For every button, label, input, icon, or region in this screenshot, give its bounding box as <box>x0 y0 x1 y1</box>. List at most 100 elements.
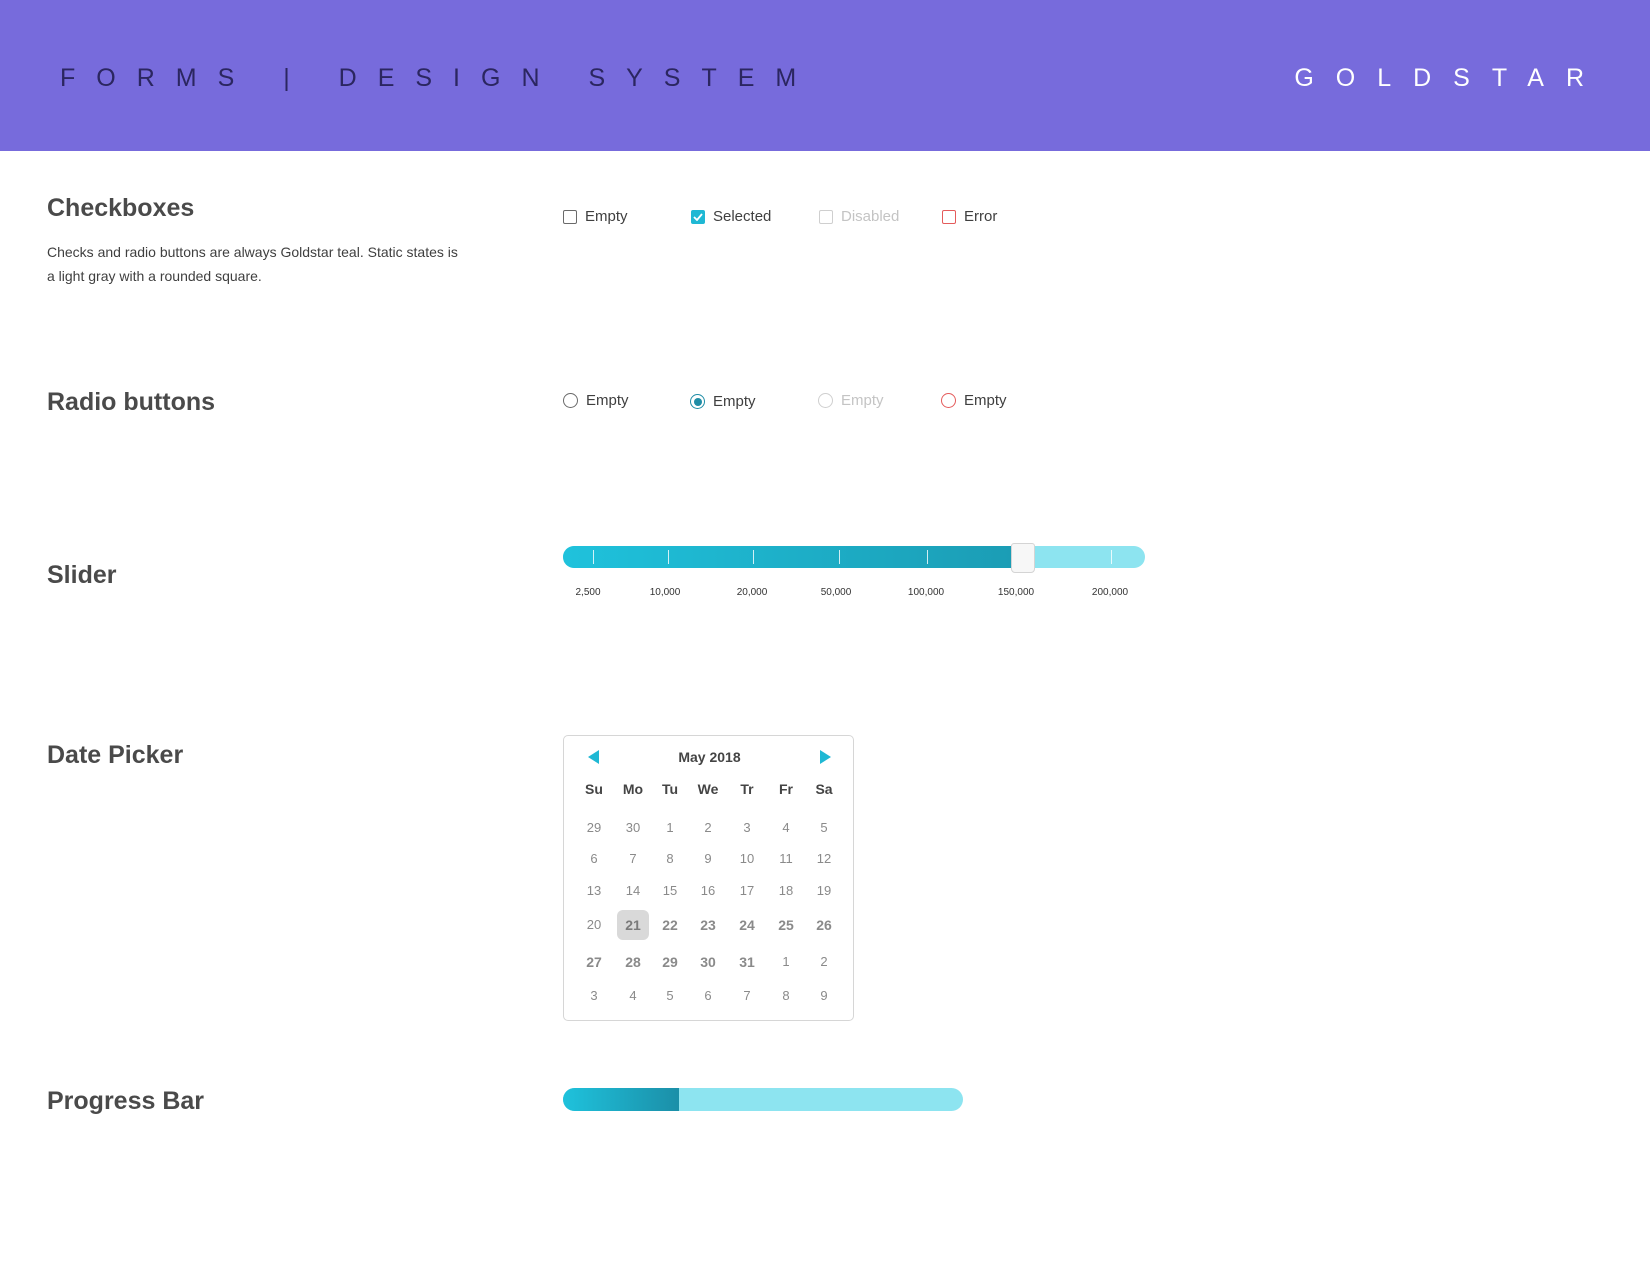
radio-label: Empty <box>841 392 884 409</box>
weekday-label: Su <box>585 781 603 797</box>
slider-tick <box>753 550 754 564</box>
slider-label: 20,000 <box>736 587 768 598</box>
slider-label: 10,000 <box>649 587 681 598</box>
calendar-day[interactable]: 5 <box>808 813 840 843</box>
checkbox-disabled-box <box>819 209 833 224</box>
weekday-label: Mo <box>622 781 644 797</box>
calendar-day[interactable]: 24 <box>731 910 763 940</box>
checkbox-error[interactable]: Error <box>942 208 997 225</box>
calendar-day[interactable]: 7 <box>617 844 649 874</box>
calendar-day[interactable]: 14 <box>617 876 649 906</box>
progress-bar <box>563 1088 963 1111</box>
calendar-day[interactable]: 2 <box>692 813 724 843</box>
slider-label: 2,500 <box>575 587 601 598</box>
calendar-day[interactable]: 7 <box>731 981 763 1011</box>
calendar-day[interactable]: 8 <box>654 844 686 874</box>
calendar-day[interactable]: 8 <box>770 981 802 1011</box>
checkbox-error-box[interactable] <box>942 209 956 224</box>
calendar-day[interactable]: 30 <box>617 813 649 843</box>
radio-dot-icon <box>693 397 702 406</box>
checkbox-selected[interactable]: Selected <box>691 208 771 225</box>
radio-label: Empty <box>586 392 629 409</box>
slider-tick <box>668 550 669 564</box>
checkbox-selected-box[interactable] <box>691 209 705 224</box>
slider-tick <box>1111 550 1112 564</box>
checkbox-empty-box[interactable] <box>563 209 577 224</box>
calendar-day[interactable]: 30 <box>692 947 724 977</box>
slider-tick <box>927 550 928 564</box>
progress-bar-title: Progress Bar <box>47 1087 205 1115</box>
checkbox-label: Empty <box>585 208 628 225</box>
slider-fill <box>563 546 1023 568</box>
checkboxes-title: Checkboxes <box>47 194 195 222</box>
calendar-day[interactable]: 6 <box>578 844 610 874</box>
slider-tick <box>839 550 840 564</box>
radio-label: Empty <box>964 392 1007 409</box>
header-bar: FORMS | DESIGN SYSTEM GOLDSTAR <box>0 0 1650 151</box>
radio-disabled-circle <box>818 393 833 408</box>
checkmark-icon <box>693 212 703 221</box>
calendar-day[interactable]: 9 <box>692 844 724 874</box>
calendar-day[interactable]: 3 <box>731 813 763 843</box>
calendar-day[interactable]: 27 <box>578 947 610 977</box>
calendar-day[interactable]: 28 <box>617 947 649 977</box>
calendar-day[interactable]: 19 <box>808 876 840 906</box>
calendar-day[interactable]: 1 <box>654 813 686 843</box>
radio-error[interactable]: Empty <box>941 392 1007 409</box>
calendar-day[interactable]: 20 <box>578 910 610 940</box>
weekday-label: Sa <box>815 781 833 797</box>
calendar-day[interactable]: 23 <box>692 910 724 940</box>
progress-fill <box>563 1088 679 1111</box>
slider-label: 100,000 <box>907 587 945 598</box>
calendar-day[interactable]: 12 <box>808 844 840 874</box>
weekday-label: Tr <box>740 781 754 797</box>
radio-buttons-title: Radio buttons <box>47 388 216 416</box>
calendar-day[interactable]: 5 <box>654 981 686 1011</box>
calendar-day[interactable]: 4 <box>770 813 802 843</box>
radio-error-circle[interactable] <box>941 393 956 408</box>
calendar-day[interactable]: 29 <box>578 813 610 843</box>
slider-title: Slider <box>47 561 117 589</box>
calendar-day[interactable]: 18 <box>770 876 802 906</box>
calendar-day[interactable]: 9 <box>808 981 840 1011</box>
slider-label: 200,000 <box>1091 587 1129 598</box>
weekday-label: We <box>697 781 719 797</box>
slider-label: 150,000 <box>997 587 1035 598</box>
radio-selected-circle[interactable] <box>690 394 705 409</box>
calendar-day[interactable]: 29 <box>654 947 686 977</box>
calendar-day[interactable]: 15 <box>654 876 686 906</box>
calendar-day[interactable]: 17 <box>731 876 763 906</box>
calendar-day[interactable]: 10 <box>731 844 763 874</box>
calendar-day[interactable]: 13 <box>578 876 610 906</box>
calendar-day[interactable]: 16 <box>692 876 724 906</box>
calendar-day[interactable]: 26 <box>808 910 840 940</box>
calendar-day[interactable]: 22 <box>654 910 686 940</box>
date-picker-title: Date Picker <box>47 741 184 769</box>
weekday-label: Tu <box>661 781 679 797</box>
calendar-day[interactable]: 1 <box>770 947 802 977</box>
slider-track[interactable] <box>563 546 1145 568</box>
calendar-day[interactable]: 2 <box>808 947 840 977</box>
radio-label: Empty <box>713 393 756 410</box>
calendar-day[interactable]: 6 <box>692 981 724 1011</box>
radio-empty-circle[interactable] <box>563 393 578 408</box>
checkbox-empty[interactable]: Empty <box>563 208 628 225</box>
radio-selected[interactable]: Empty <box>690 393 756 410</box>
next-month-arrow-icon[interactable] <box>820 750 831 764</box>
checkboxes-description: Checks and radio buttons are always Gold… <box>47 244 458 284</box>
weekday-label: Fr <box>779 781 793 797</box>
radio-disabled: Empty <box>818 392 884 409</box>
checkbox-label: Selected <box>713 208 772 225</box>
slider-label: 50,000 <box>820 587 852 598</box>
slider-handle[interactable] <box>1010 543 1035 573</box>
calendar-day[interactable]: 25 <box>770 910 802 940</box>
calendar-day[interactable]: 11 <box>770 844 802 874</box>
date-picker-month: May 2018 <box>678 749 741 765</box>
radio-empty[interactable]: Empty <box>563 392 629 409</box>
calendar-day[interactable]: 4 <box>617 981 649 1011</box>
calendar-day[interactable]: 21 <box>617 910 649 940</box>
slider-tick <box>593 550 594 564</box>
calendar-day[interactable]: 3 <box>578 981 610 1011</box>
calendar-day[interactable]: 31 <box>731 947 763 977</box>
page-title: FORMS | DESIGN SYSTEM <box>60 64 818 92</box>
